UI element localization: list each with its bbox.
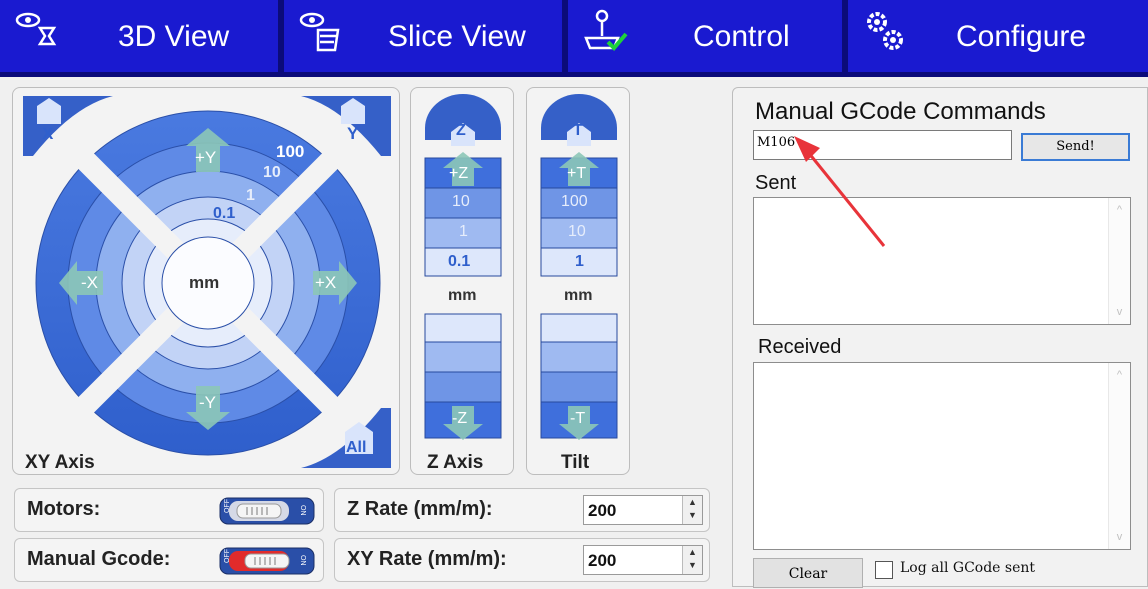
tilt-step-100: 100	[561, 193, 588, 210]
tilt-step-1: 1	[575, 253, 584, 270]
z-rate-value: 200	[588, 501, 617, 520]
tilt-unit-label: mm	[564, 287, 593, 304]
xy-axis-label: XY Axis	[25, 452, 95, 473]
scrollbar[interactable]: ^ v	[1108, 363, 1130, 549]
z-rate-label: Z Rate (mm/m):	[347, 498, 493, 520]
plus-x-label: +X	[315, 273, 337, 292]
toggle-off-text: OFF	[224, 549, 231, 563]
motors-row: Motors: OFF ON	[14, 488, 324, 532]
tilt-step-10: 10	[568, 223, 586, 240]
tab-label: Control	[693, 20, 790, 53]
minus-x-label: -X	[81, 273, 98, 292]
home-z-label: Z	[456, 122, 466, 139]
home-t-label: T	[573, 122, 583, 139]
toggle-on-text: ON	[299, 505, 306, 516]
xy-rate-row: XY Rate (mm/m): 200 ▲ ▼	[334, 538, 710, 582]
z-step-10: 10	[452, 193, 470, 210]
xy-rate-label: XY Rate (mm/m):	[347, 548, 507, 570]
tab-bar: 3D View Slice View Control Configure	[0, 0, 1148, 77]
gcode-title: Manual GCode Commands	[755, 98, 1046, 125]
tab-configure[interactable]: Configure	[848, 0, 1148, 77]
home-x-label: X	[42, 124, 54, 143]
eye-layers-icon	[299, 12, 340, 52]
scroll-up-icon[interactable]: ^	[1109, 369, 1130, 381]
manual-gcode-row: Manual Gcode: OFF ON	[14, 538, 324, 582]
manual-gcode-label: Manual Gcode:	[27, 548, 171, 570]
scroll-down-icon[interactable]: v	[1109, 306, 1130, 318]
spin-arrows-icon[interactable]: ▲ ▼	[682, 546, 702, 574]
home-all-label: All	[346, 439, 367, 456]
tab-underline	[0, 72, 1148, 77]
xy-rate-value: 200	[588, 551, 617, 570]
minus-t-label: -T	[570, 410, 586, 427]
spin-arrows-icon[interactable]: ▲ ▼	[682, 496, 702, 524]
step-10-label: 10	[263, 164, 281, 181]
log-gcode-label: Log all GCode sent	[900, 560, 1036, 576]
step-1-label: 1	[246, 187, 255, 204]
unit-label: mm	[189, 273, 220, 292]
home-y-button[interactable]	[301, 96, 391, 156]
annotation-arrow-icon	[794, 136, 886, 247]
z-step-1: 1	[459, 223, 468, 240]
tab-label: 3D View	[118, 20, 230, 53]
z-axis-label: Z Axis	[427, 452, 484, 473]
eye-cup-icon	[15, 12, 57, 46]
step-0-1-label: 0.1	[213, 205, 236, 222]
motors-toggle[interactable]: OFF ON	[219, 497, 315, 525]
tilt-label: Tilt	[561, 452, 590, 473]
z-unit-label: mm	[448, 287, 477, 304]
toggle-on-text: ON	[299, 555, 306, 566]
z-rate-spinbox[interactable]: 200 ▲ ▼	[583, 495, 703, 525]
tab-control[interactable]: Control	[568, 0, 842, 77]
xy-rate-spinbox[interactable]: 200 ▲ ▼	[583, 545, 703, 575]
scroll-up-icon[interactable]: ^	[1109, 204, 1130, 216]
manual-gcode-toggle[interactable]: OFF ON	[219, 547, 315, 575]
gears-icon	[867, 12, 903, 50]
tab-label: Configure	[956, 20, 1087, 53]
received-textarea[interactable]: ^ v	[753, 362, 1131, 550]
tab-slice-view[interactable]: Slice View	[284, 0, 562, 77]
log-gcode-checkbox[interactable]	[875, 561, 893, 579]
received-label: Received	[758, 336, 842, 358]
joystick-check-icon	[584, 9, 628, 51]
tilt-panel: T +T 100 10 1 mm -T Tilt	[526, 87, 630, 475]
motors-label: Motors:	[27, 498, 101, 520]
toggle-off-text: OFF	[224, 499, 231, 513]
send-button[interactable]: Send!	[1021, 133, 1130, 161]
plus-t-label: +T	[567, 165, 587, 182]
plus-z-label: +Z	[449, 165, 469, 182]
z-rate-row: Z Rate (mm/m): 200 ▲ ▼	[334, 488, 710, 532]
home-x-button[interactable]	[23, 96, 113, 156]
z-step-0-1: 0.1	[448, 253, 471, 270]
minus-y-label: -Y	[199, 393, 216, 412]
minus-z-label: -Z	[452, 410, 468, 427]
clear-button[interactable]: Clear	[753, 558, 863, 588]
scrollbar[interactable]: ^ v	[1108, 198, 1130, 324]
tab-3d-view[interactable]: 3D View	[0, 0, 278, 77]
plus-y-label: +Y	[195, 148, 217, 167]
xy-axis-panel: X Y All +Y -Y -X +X 100 10 1 0.1 mm XY A…	[12, 87, 400, 475]
z-axis-panel: Z +Z 10 1 0.1 mm -Z Z Axis	[410, 87, 514, 475]
tab-label: Slice View	[388, 20, 526, 53]
home-y-label: Y	[347, 124, 359, 143]
step-100-label: 100	[276, 142, 305, 161]
scroll-down-icon[interactable]: v	[1109, 531, 1130, 543]
